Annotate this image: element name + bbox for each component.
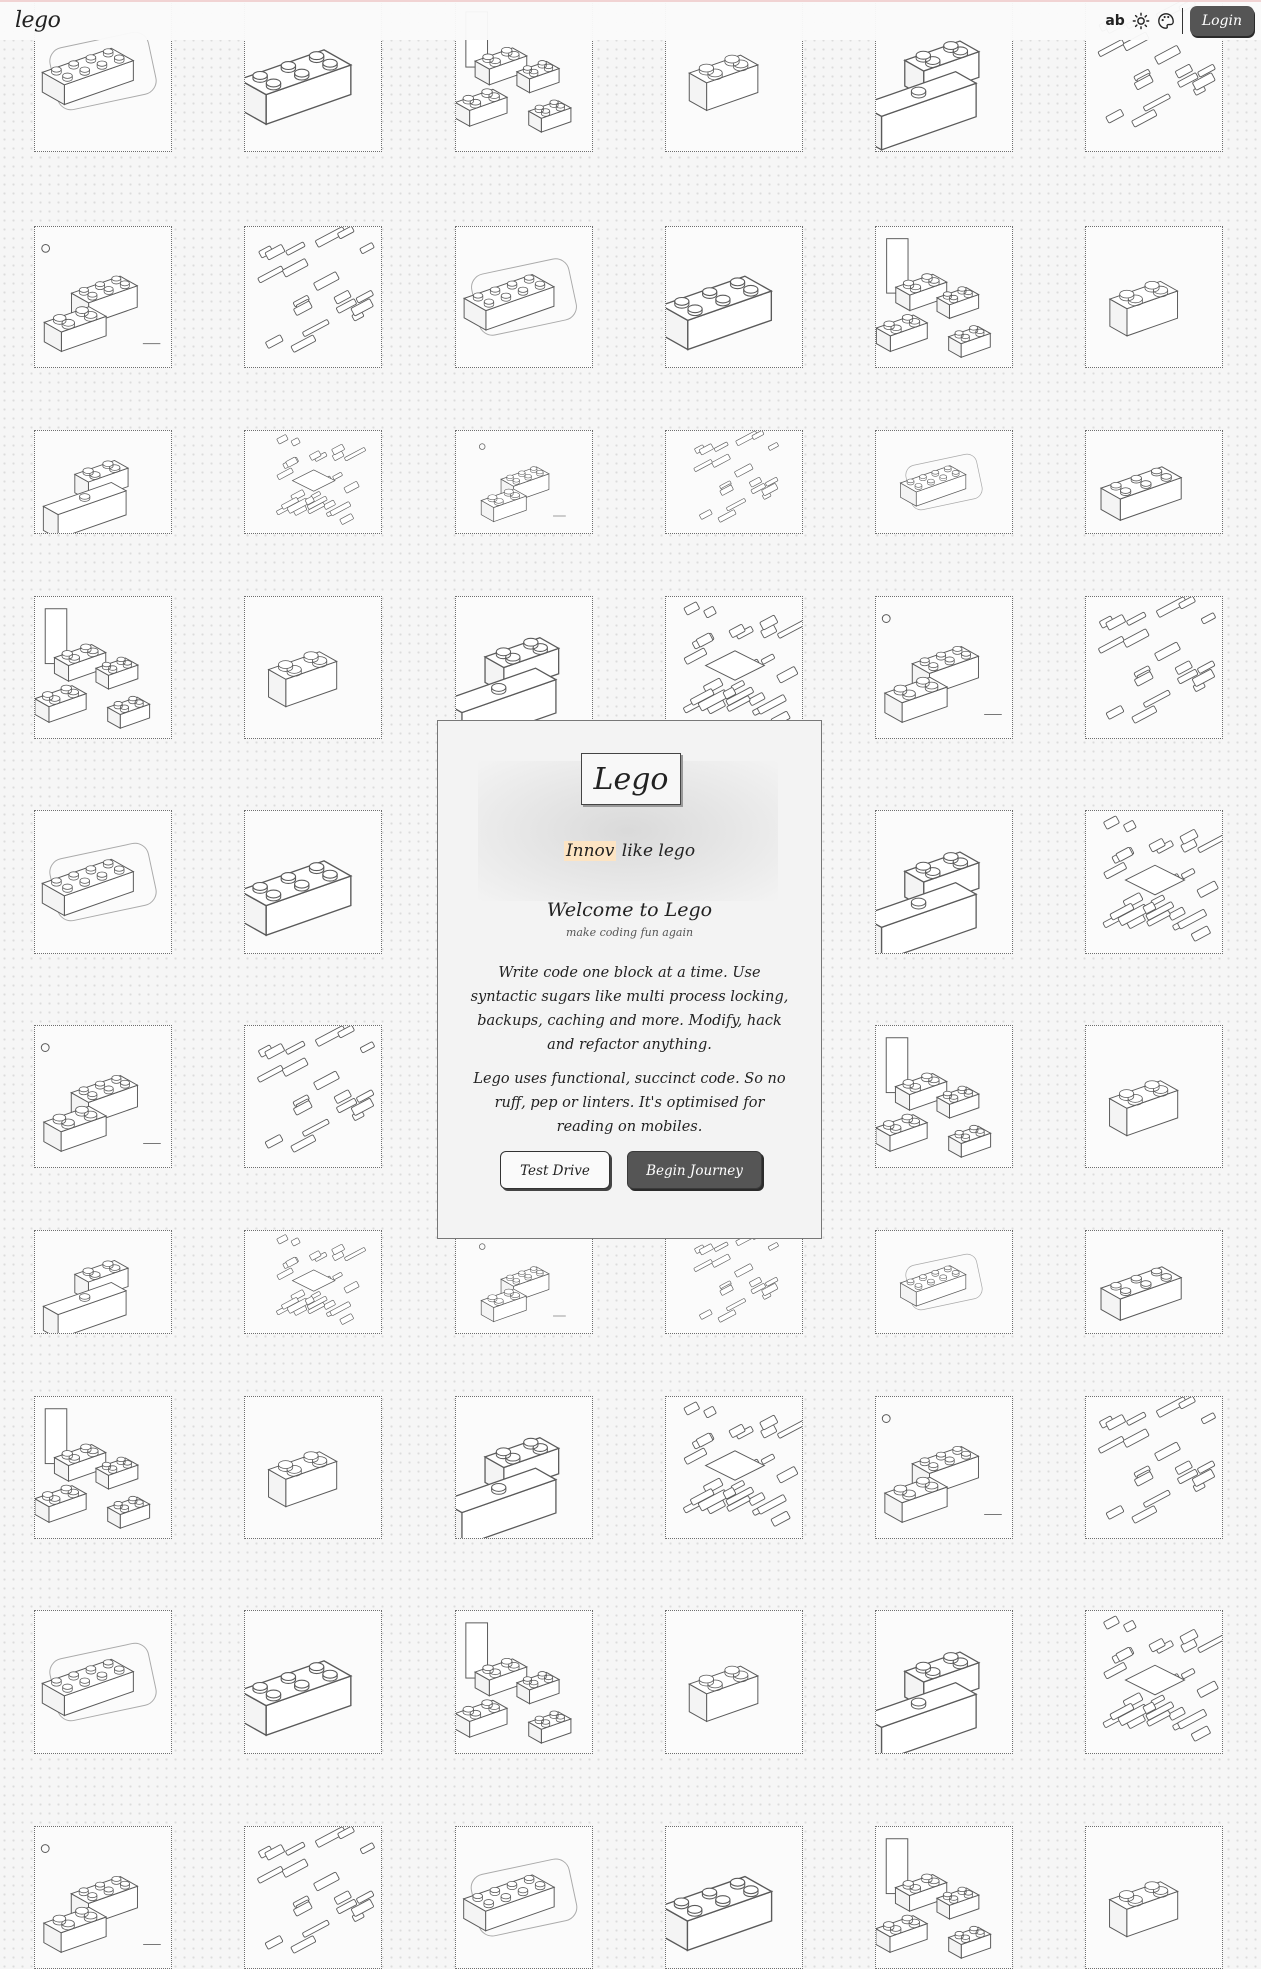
welcome-subtitle: make coding fun again xyxy=(565,926,694,939)
logo-text: Lego xyxy=(593,762,669,797)
lego-illustration-tile xyxy=(875,1826,1013,1969)
lego-illustration-tile xyxy=(1085,1610,1223,1754)
lego-illustration-tile xyxy=(34,1610,172,1754)
lego-illustration-tile xyxy=(875,1025,1013,1168)
lego-illustration-tile xyxy=(34,596,172,739)
sun-icon[interactable] xyxy=(1132,12,1150,30)
login-button[interactable]: Login xyxy=(1189,6,1254,36)
lego-illustration-tile xyxy=(665,430,803,534)
lego-illustration-tile xyxy=(244,810,382,954)
lego-illustration-tile xyxy=(244,1396,382,1539)
lego-illustration-tile xyxy=(875,1396,1013,1539)
lego-illustration-tile xyxy=(34,1230,172,1334)
top-bar: lego ab Login xyxy=(0,0,1261,40)
lego-illustration-tile xyxy=(875,810,1013,954)
lego-illustration-tile xyxy=(244,1610,382,1754)
lego-illustration-tile xyxy=(455,226,593,368)
lego-illustration-tile xyxy=(875,430,1013,534)
palette-icon[interactable] xyxy=(1157,12,1175,30)
brand-logo[interactable]: lego xyxy=(15,8,61,33)
lego-illustration-tile xyxy=(1085,810,1223,954)
lego-illustration-tile xyxy=(244,430,382,534)
lego-illustration-tile xyxy=(34,1826,172,1969)
tagline: Innov like lego xyxy=(438,841,821,861)
top-bar-actions: ab Login xyxy=(1105,6,1254,36)
lego-illustration-tile xyxy=(34,810,172,954)
lego-illustration-tile xyxy=(665,226,803,368)
lego-illustration-tile xyxy=(1085,1396,1223,1539)
welcome-heading: Welcome to Lego xyxy=(546,899,713,921)
lego-illustration-tile xyxy=(455,596,593,739)
lego-illustration-tile xyxy=(875,1230,1013,1334)
lego-illustration-tile xyxy=(1085,1826,1223,1969)
lego-illustration-tile xyxy=(665,1610,803,1754)
welcome-dialog: Lego Innov like lego Welcome to Lego mak… xyxy=(437,720,822,1239)
lego-illustration-tile xyxy=(34,226,172,368)
lego-illustration-tile xyxy=(1085,1230,1223,1334)
lego-illustration-tile xyxy=(455,1230,593,1334)
divider xyxy=(1181,8,1183,34)
text-toggle-button[interactable]: ab xyxy=(1105,13,1124,29)
lego-illustration-tile xyxy=(34,430,172,534)
lego-illustration-tile xyxy=(665,1230,803,1334)
lego-illustration-tile xyxy=(244,596,382,739)
lego-illustration-tile xyxy=(244,226,382,368)
lego-illustration-tile xyxy=(34,1025,172,1168)
lego-illustration-tile xyxy=(665,596,803,739)
lego-illustration-tile xyxy=(244,1230,382,1334)
begin-journey-button[interactable]: Begin Journey xyxy=(627,1151,762,1189)
lego-illustration-tile xyxy=(665,1826,803,1969)
description-paragraph-1: Write code one block at a time. Use synt… xyxy=(470,965,789,1053)
lego-illustration-tile xyxy=(1085,1025,1223,1168)
lego-illustration-tile xyxy=(665,1396,803,1539)
test-drive-button[interactable]: Test Drive xyxy=(500,1151,610,1189)
lego-illustration-tile xyxy=(1085,430,1223,534)
tagline-highlight: Innov xyxy=(563,841,617,861)
description-paragraph-2: Lego uses functional, succinct code. So … xyxy=(473,1071,786,1135)
lego-illustration-tile xyxy=(1085,596,1223,739)
lego-illustration-tile xyxy=(455,1396,593,1539)
tagline-rest: like lego xyxy=(616,841,696,861)
lego-logo: Lego xyxy=(581,753,681,805)
lego-illustration-tile xyxy=(455,1826,593,1969)
lego-illustration-tile xyxy=(34,1396,172,1539)
lego-illustration-tile xyxy=(1085,226,1223,368)
lego-illustration-tile xyxy=(244,1826,382,1969)
lego-illustration-tile xyxy=(455,1610,593,1754)
lego-illustration-tile xyxy=(875,226,1013,368)
lego-illustration-tile xyxy=(244,1025,382,1168)
lego-illustration-tile xyxy=(875,1610,1013,1754)
lego-illustration-tile xyxy=(455,430,593,534)
lego-illustration-tile xyxy=(875,596,1013,739)
